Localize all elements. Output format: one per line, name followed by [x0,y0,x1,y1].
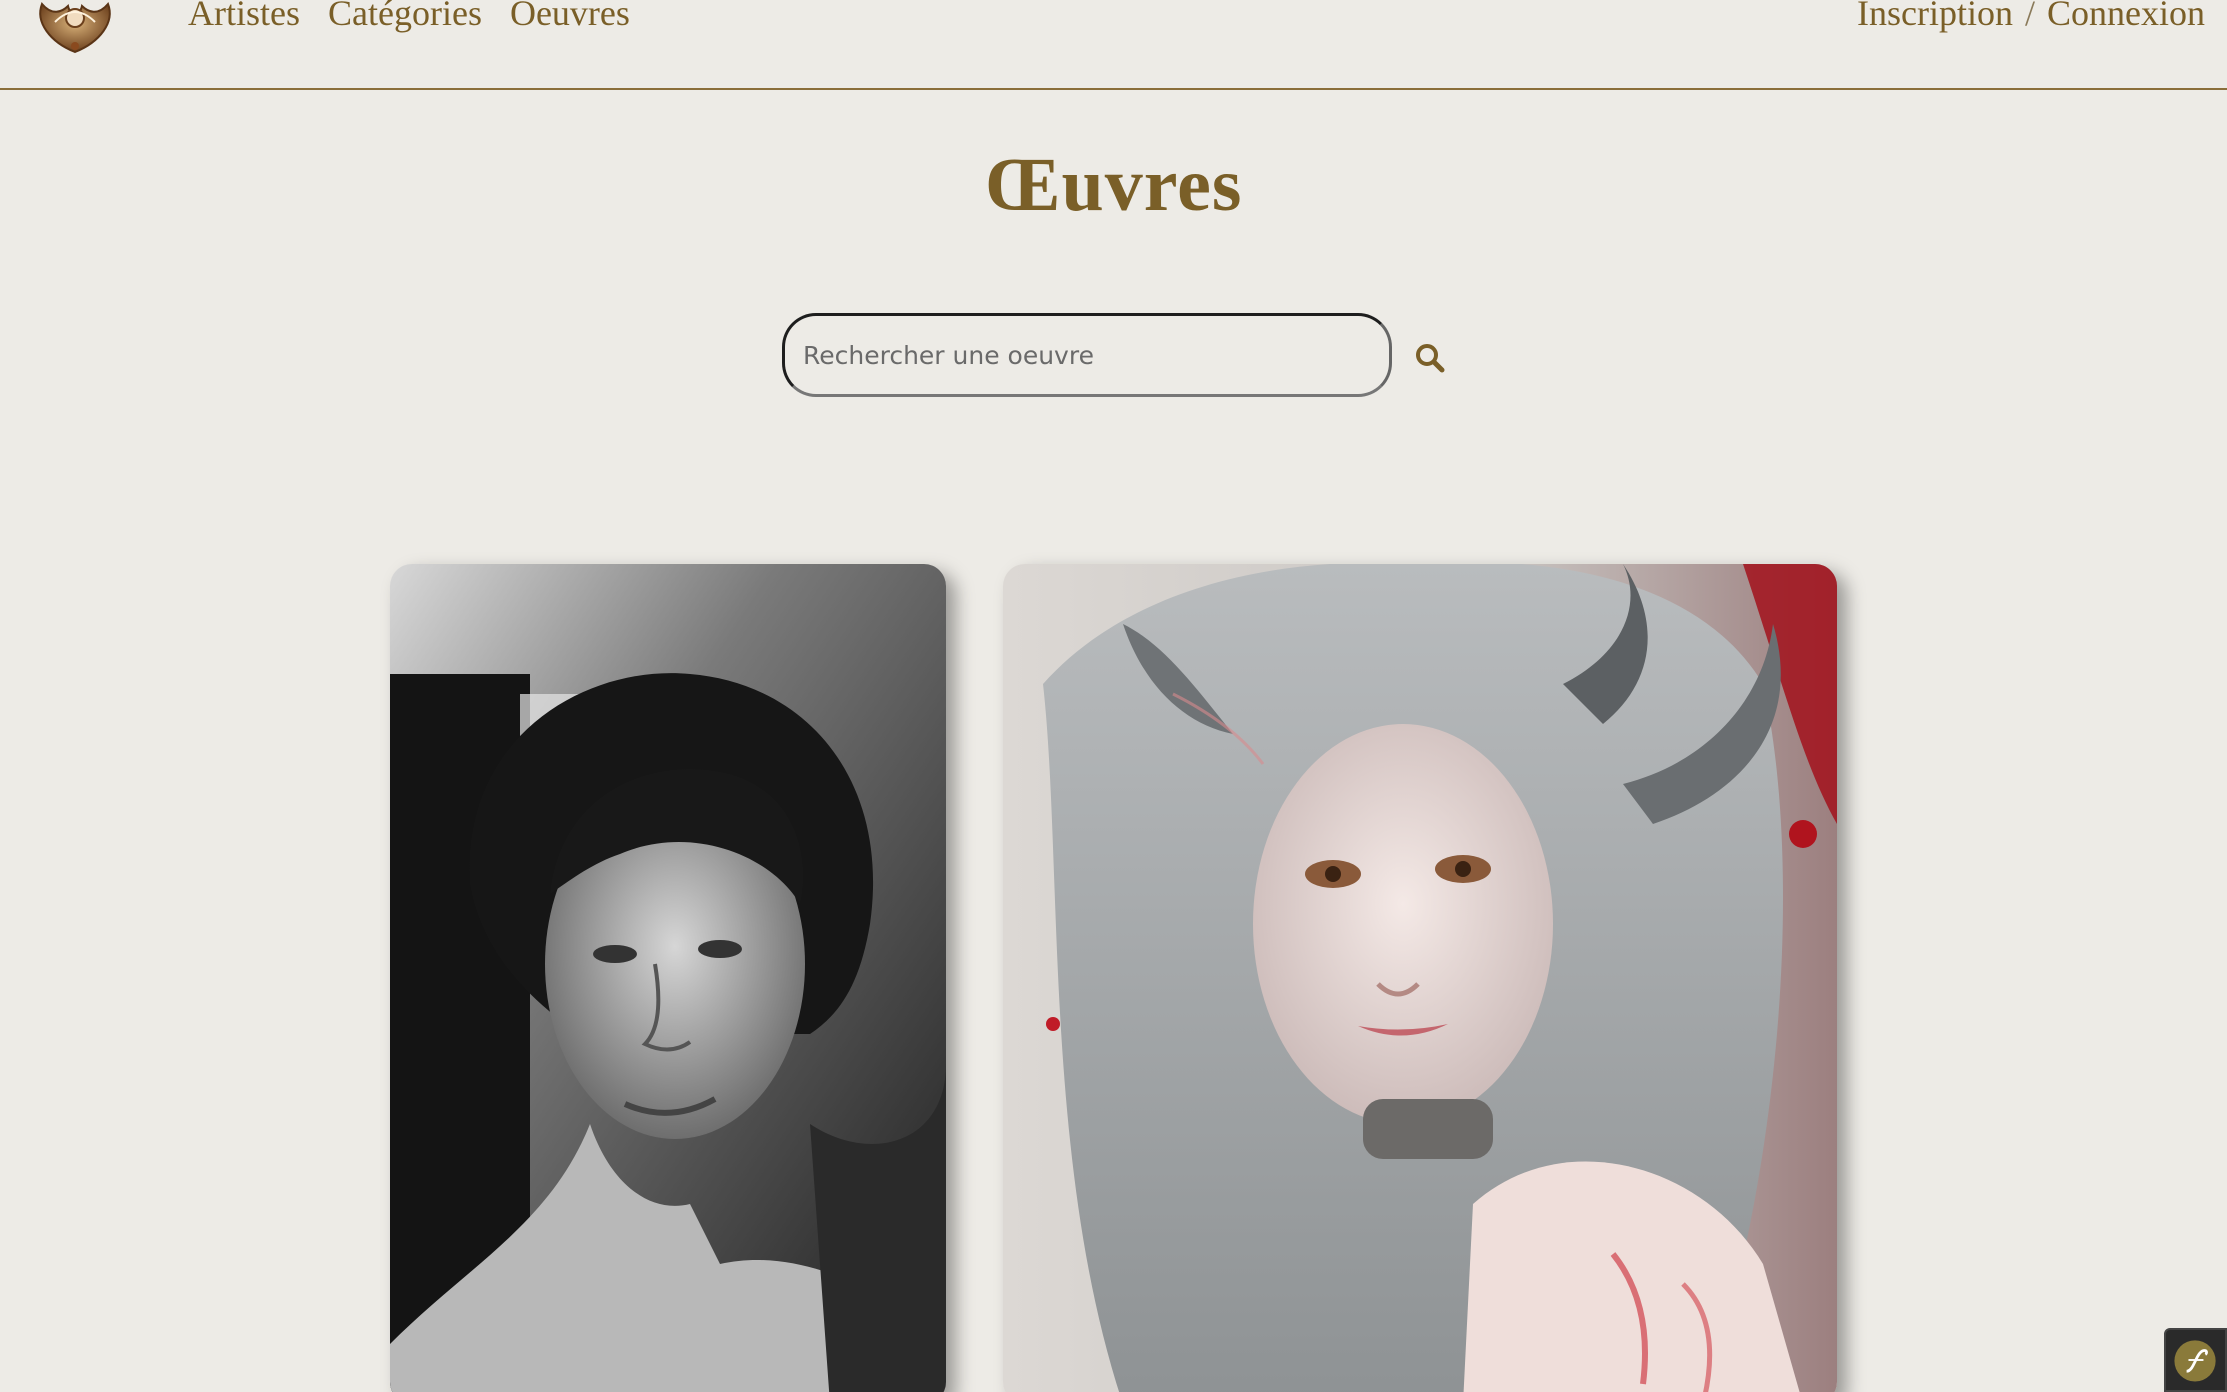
symfony-icon [2174,1340,2216,1382]
main-nav: Artistes Catégories Oeuvres [188,0,630,34]
auth-separator: / [2024,0,2035,33]
artwork-card[interactable] [1003,564,1837,1392]
search-box [782,313,1392,397]
search-input[interactable] [803,330,1363,380]
artwork-card[interactable] [390,564,946,1392]
top-navbar: Artistes Catégories Oeuvres Inscription … [0,0,2227,90]
page-title: Œuvres [984,143,1243,227]
crest-logo-icon[interactable] [30,0,120,54]
nav-link-oeuvres[interactable]: Oeuvres [510,0,630,34]
search-button[interactable] [1410,338,1450,378]
login-link[interactable]: Connexion [2047,0,2205,34]
artwork-horned-girl-icon [1003,564,1837,1392]
nav-link-artistes[interactable]: Artistes [188,0,300,34]
search-icon [1416,344,1445,373]
auth-links: Inscription / Connexion [1857,0,2205,34]
nav-link-categories[interactable]: Catégories [328,0,482,34]
artwork-portrait-bw-icon [390,564,946,1392]
symfony-debug-toolbar[interactable] [2164,1328,2227,1392]
register-link[interactable]: Inscription [1857,0,2013,34]
